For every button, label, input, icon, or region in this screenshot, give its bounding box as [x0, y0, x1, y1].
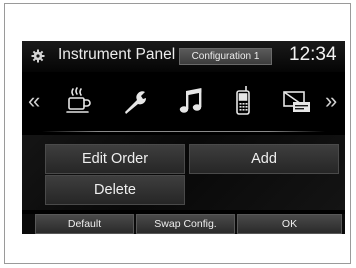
instrument-panel-screen: Instrument Panel Configuration 1 12:34 « — [22, 41, 345, 234]
page-title: Instrument Panel — [58, 46, 176, 63]
header-bar: Instrument Panel Configuration 1 12:34 — [22, 41, 345, 72]
swap-config-button[interactable]: Swap Config. — [136, 214, 235, 234]
scroll-right-arrow[interactable]: » — [325, 86, 337, 116]
edit-order-button[interactable]: Edit Order — [45, 144, 185, 174]
bottom-bar: Default Swap Config. OK — [22, 214, 345, 234]
icon-carousel: « » — [22, 80, 345, 122]
ok-button[interactable]: OK — [237, 214, 342, 234]
clock-display: 12:34 — [289, 44, 337, 65]
divider — [42, 131, 325, 132]
mobile-phone-icon[interactable] — [225, 83, 261, 119]
music-note-icon[interactable] — [174, 83, 210, 119]
figure-frame: Instrument Panel Configuration 1 12:34 « — [4, 3, 351, 264]
configuration-button[interactable]: Configuration 1 — [179, 48, 272, 65]
wrench-icon[interactable] — [117, 83, 153, 119]
display-off-icon[interactable] — [279, 83, 315, 119]
coffee-cup-icon[interactable] — [60, 83, 96, 119]
add-button[interactable]: Add — [189, 144, 339, 174]
default-button[interactable]: Default — [35, 214, 134, 234]
gear-icon — [31, 49, 45, 63]
scroll-left-arrow[interactable]: « — [28, 86, 40, 116]
delete-button[interactable]: Delete — [45, 175, 185, 205]
